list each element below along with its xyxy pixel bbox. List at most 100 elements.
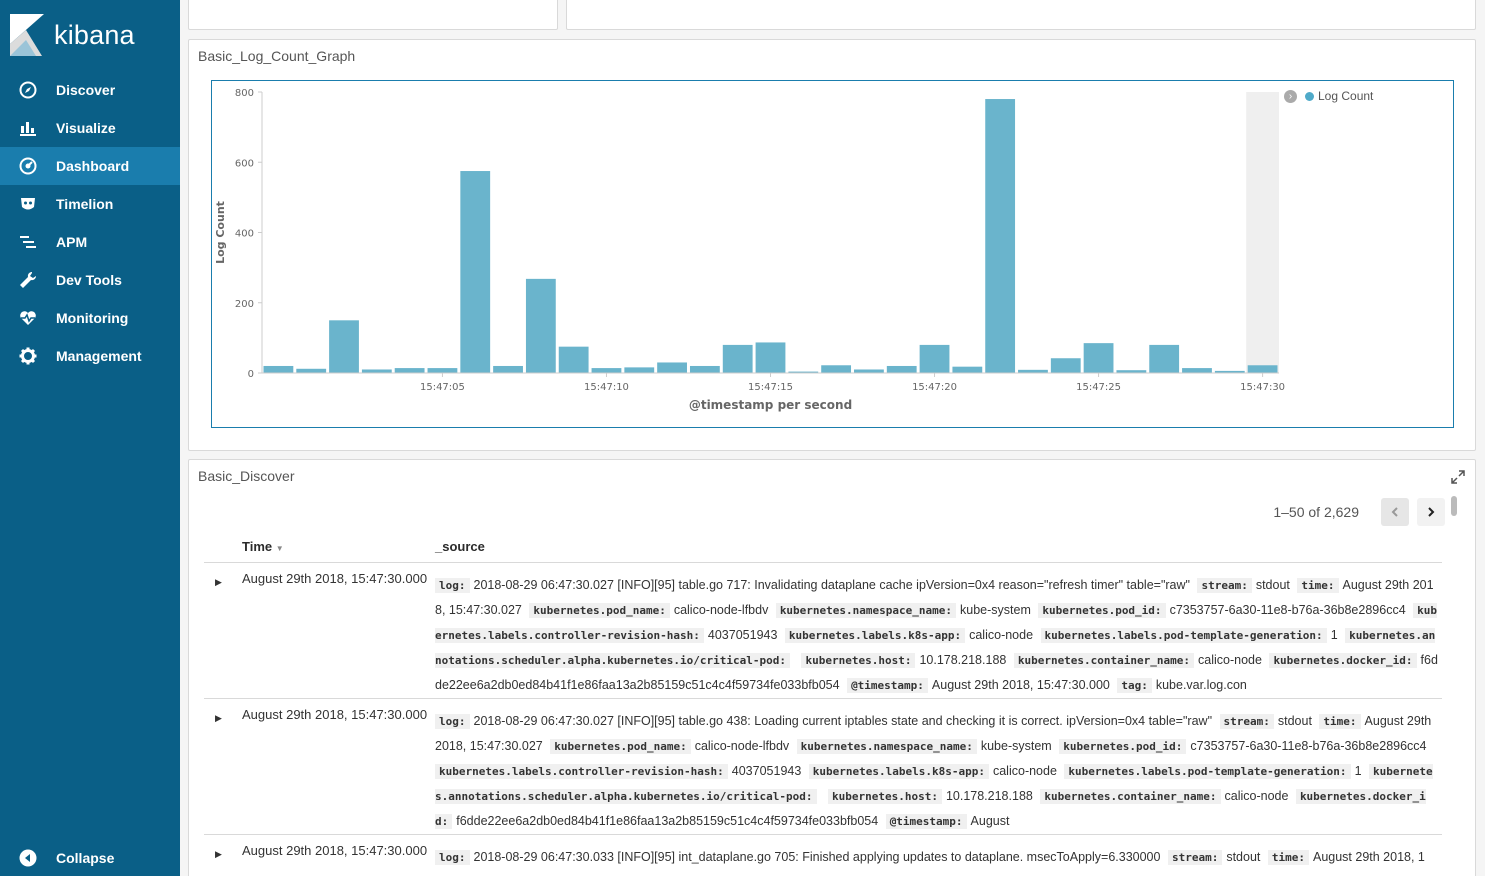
bar bbox=[624, 367, 655, 373]
y-tick-label: 600 bbox=[235, 158, 254, 169]
sidebar-item-label: Dev Tools bbox=[56, 272, 122, 288]
previous-page-button[interactable] bbox=[1381, 498, 1409, 526]
row-time: August 29th 2018, 15:47:30.000 bbox=[242, 843, 428, 858]
bar bbox=[361, 369, 392, 373]
bar bbox=[460, 171, 491, 373]
sidebar-item-timelion[interactable]: Timelion bbox=[0, 185, 180, 223]
bar bbox=[886, 365, 917, 373]
field-key: log: bbox=[435, 850, 470, 865]
row-time: August 29th 2018, 15:47:30.000 bbox=[242, 571, 428, 586]
bar bbox=[952, 366, 983, 373]
chart-container: 0 200 400 600 800 15:47:05 15:47:10 15:47:15 15:… bbox=[211, 80, 1454, 428]
field-value: calico-node bbox=[1198, 653, 1262, 667]
collapse-button[interactable]: Collapse bbox=[18, 845, 114, 871]
field-key: time: bbox=[1267, 850, 1309, 865]
apm-icon bbox=[18, 232, 38, 252]
x-tick-label: 15:47:30 bbox=[1240, 382, 1285, 393]
table-body: ▶ August 29th 2018, 15:47:30.000 log: 2018-… bbox=[204, 563, 1442, 876]
field-value: calico-node bbox=[992, 764, 1057, 778]
sidebar-item-monitoring[interactable]: Monitoring bbox=[0, 299, 180, 337]
sidebar-item-visualize[interactable]: Visualize bbox=[0, 109, 180, 147]
sidebar-item-management[interactable]: Management bbox=[0, 337, 180, 375]
row-source: log: 2018-08-29 06:47:30.027 [INFO][95] t… bbox=[435, 563, 1442, 698]
bar bbox=[1050, 358, 1081, 373]
chevron-right-icon bbox=[1428, 507, 1435, 517]
field-value: 4037051943 bbox=[731, 764, 802, 778]
graph-panel: Basic_Log_Count_Graph 0 200 400 600 800 15:47… bbox=[188, 39, 1476, 451]
field-value: stdout bbox=[1226, 850, 1261, 864]
field-key: kubernetes.labels.k8s-app: bbox=[808, 764, 989, 779]
expand-icon[interactable] bbox=[1451, 470, 1465, 484]
field-value: kube-system bbox=[980, 739, 1052, 753]
table-header: Time ▼ _source bbox=[204, 533, 1442, 563]
bar bbox=[919, 344, 950, 373]
field-key: kubernetes.host: bbox=[801, 653, 916, 668]
bar-chart-icon bbox=[18, 118, 38, 138]
gear-icon bbox=[18, 346, 38, 366]
sidebar: kibana Discover Visualize Dashboard Time… bbox=[0, 0, 180, 876]
kibana-logo-icon bbox=[10, 14, 44, 56]
x-tick-label: 15:47:20 bbox=[912, 382, 957, 393]
field-key: kubernetes.pod_id: bbox=[1059, 739, 1187, 754]
field-key: kubernetes.labels.pod-template-generatio… bbox=[1064, 764, 1351, 779]
y-tick-label: 400 bbox=[235, 229, 254, 240]
field-key: kubernetes.labels.pod-template-generatio… bbox=[1040, 628, 1327, 643]
field-key: time: bbox=[1319, 714, 1361, 729]
bar bbox=[689, 365, 720, 373]
bar bbox=[296, 368, 327, 373]
log-count-chart: 0 200 400 600 800 15:47:05 15:47:10 15:47:15 15:… bbox=[214, 88, 1285, 412]
field-value: kube.var.log.con bbox=[1155, 678, 1247, 692]
bar bbox=[722, 344, 753, 373]
sort-down-icon[interactable]: ▼ bbox=[276, 544, 284, 553]
collapse-label: Collapse bbox=[56, 850, 115, 866]
row-expand-icon[interactable]: ▶ bbox=[215, 577, 222, 588]
panel-title: Basic_Discover bbox=[198, 468, 295, 484]
bar bbox=[263, 365, 294, 373]
row-expand-icon[interactable]: ▶ bbox=[215, 713, 222, 724]
scrollbar[interactable] bbox=[1451, 496, 1457, 516]
table-row[interactable]: ▶ August 29th 2018, 15:47:30.000 log: 2018-… bbox=[204, 563, 1442, 699]
table-row[interactable]: ▶ August 29th 2018, 15:47:30.000 log: 2018-… bbox=[204, 699, 1442, 835]
sidebar-item-discover[interactable]: Discover bbox=[0, 71, 180, 109]
field-key: kubernetes.docker_id: bbox=[1269, 653, 1417, 668]
field-value: calico-node bbox=[969, 628, 1034, 642]
collapse-icon bbox=[18, 848, 38, 868]
wrench-icon bbox=[18, 270, 38, 290]
field-value: stdout bbox=[1255, 578, 1290, 592]
field-value: 10.178.218.188 bbox=[919, 653, 1007, 667]
app-name: kibana bbox=[54, 19, 135, 50]
sidebar-item-label: Dashboard bbox=[56, 158, 130, 174]
field-value: 2018-08-29 06:47:30.033 [INFO][95] int_d… bbox=[473, 850, 1161, 864]
field-key: kubernetes.namespace_name: bbox=[775, 603, 956, 618]
column-header-time[interactable]: Time ▼ bbox=[242, 539, 284, 554]
timelion-icon bbox=[18, 194, 38, 214]
bar bbox=[821, 365, 852, 373]
field-value: 2018-08-29 06:47:30.027 [INFO][95] table… bbox=[473, 714, 1213, 728]
row-expand-icon[interactable]: ▶ bbox=[215, 849, 222, 860]
pager: 1–50 of 2,629 bbox=[1273, 498, 1445, 526]
kibana-logo[interactable]: kibana bbox=[10, 14, 135, 56]
field-key: time: bbox=[1297, 578, 1339, 593]
y-tick-label: 0 bbox=[248, 369, 254, 380]
bar bbox=[1149, 344, 1180, 373]
sidebar-item-dashboard[interactable]: Dashboard bbox=[0, 147, 180, 185]
sidebar-item-dev-tools[interactable]: Dev Tools bbox=[0, 261, 180, 299]
field-key: kubernetes.pod_id: bbox=[1038, 603, 1166, 618]
legend-label[interactable]: Log Count bbox=[1318, 89, 1373, 103]
sidebar-item-label: Visualize bbox=[56, 120, 116, 136]
field-value: 2018-08-29 06:47:30.027 [INFO][95] table… bbox=[473, 578, 1190, 592]
top-panel-left bbox=[188, 0, 558, 30]
table-row[interactable]: ▶ August 29th 2018, 15:47:30.000 log: 2018-… bbox=[204, 835, 1442, 876]
field-key: tag: bbox=[1117, 678, 1152, 693]
sidebar-item-label: APM bbox=[56, 234, 88, 250]
y-axis-title: Log Count bbox=[214, 201, 227, 264]
y-tick-label: 200 bbox=[235, 299, 254, 310]
x-tick-label: 15:47:25 bbox=[1076, 382, 1121, 393]
sidebar-item-apm[interactable]: APM bbox=[0, 223, 180, 261]
field-key: kubernetes.pod_name: bbox=[550, 739, 691, 754]
field-key: stream: bbox=[1219, 714, 1274, 729]
legend-toggle-icon[interactable]: › bbox=[1284, 89, 1297, 103]
field-key: kubernetes.pod_name: bbox=[529, 603, 670, 618]
sidebar-item-label: Timelion bbox=[56, 196, 114, 212]
next-page-button[interactable] bbox=[1417, 498, 1445, 526]
